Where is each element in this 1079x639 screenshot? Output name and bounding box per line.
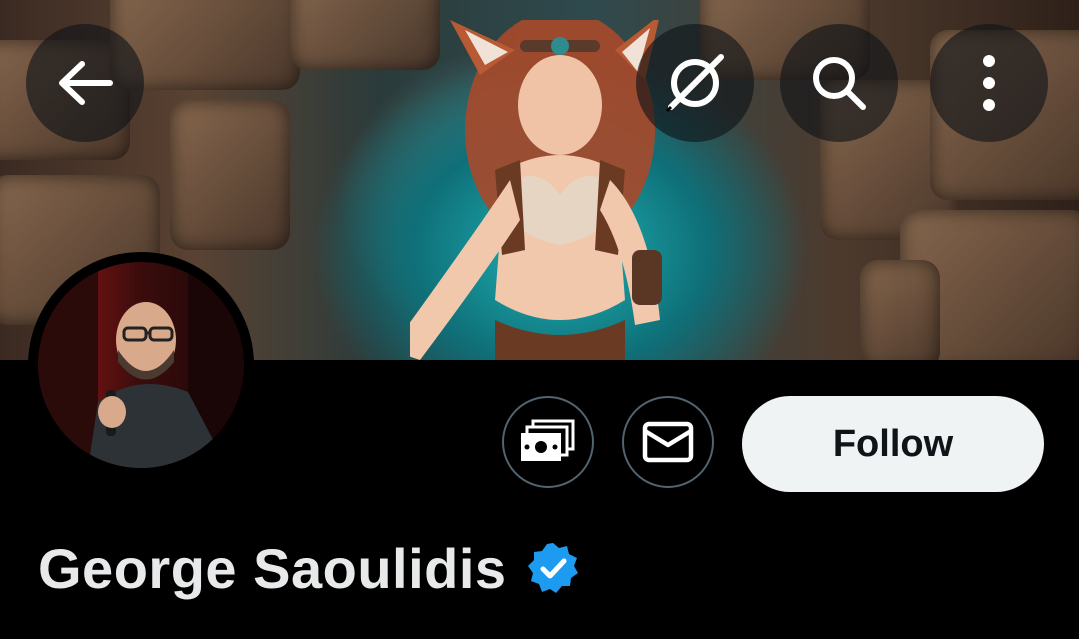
avatar-photo [38, 262, 244, 468]
verified-badge-icon[interactable] [525, 540, 581, 596]
search-button[interactable] [780, 24, 898, 142]
mail-icon [642, 421, 694, 463]
banner-stone [860, 260, 940, 360]
banner-stone [170, 100, 290, 250]
more-button[interactable] [930, 24, 1048, 142]
follow-button[interactable]: Follow [742, 396, 1044, 492]
more-vertical-icon [983, 55, 995, 111]
profile-name-row: George Saoulidis [38, 528, 581, 608]
message-button[interactable] [622, 396, 714, 488]
display-name: George Saoulidis [38, 536, 507, 600]
grok-icon [665, 54, 724, 113]
grok-button[interactable] [636, 24, 754, 142]
search-icon [813, 57, 866, 110]
avatar[interactable] [28, 252, 254, 478]
money-icon [521, 419, 575, 461]
back-button[interactable] [26, 24, 144, 142]
avatar-person [38, 262, 244, 468]
arrow-left-icon [59, 61, 113, 105]
tip-button[interactable] [502, 396, 594, 488]
